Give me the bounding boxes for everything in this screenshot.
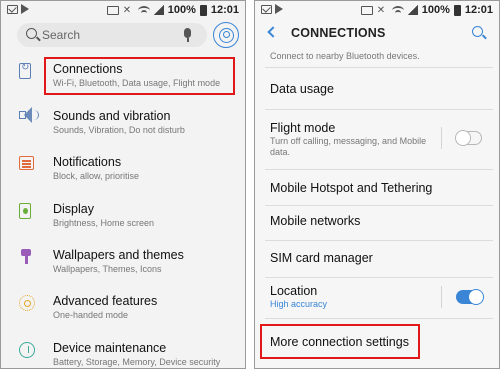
list-item-location[interactable]: Location High accuracy [255, 278, 499, 316]
list-item-flight-mode[interactable]: Flight mode Turn off calling, messaging,… [255, 111, 499, 169]
search-icon[interactable] [472, 26, 483, 37]
settings-item-subtitle: Wallpapers, Themes, Icons [53, 264, 162, 274]
display-icon [19, 203, 31, 219]
settings-item-title: Device maintenance [53, 341, 167, 355]
separator [441, 127, 442, 149]
divider [265, 67, 493, 68]
speaker-cone [24, 107, 32, 123]
search-bar[interactable]: Search [17, 23, 207, 47]
settings-item-display[interactable]: Display Brightness, Home screen [1, 194, 245, 240]
search-icon [26, 28, 37, 39]
settings-item-sounds[interactable]: Sounds and vibration Sounds, Vibration, … [1, 101, 245, 147]
settings-item-subtitle: Block, allow, prioritise [53, 171, 140, 181]
list-item-data-usage[interactable]: Data usage [255, 71, 499, 109]
mute-icon: ✕ [376, 4, 386, 16]
device-maintenance-icon [19, 342, 35, 358]
divider [265, 240, 493, 241]
wifi-icon [391, 5, 404, 15]
settings-item-title: Display [53, 202, 94, 216]
separator [441, 286, 442, 308]
connections-highlight-box [44, 57, 235, 95]
more-connection-settings-highlight-box [260, 324, 420, 359]
mail-notification-icon [7, 5, 18, 14]
list-item-title: Location [270, 284, 318, 298]
list-item-subtitle: Turn off calling, messaging, and Mobile … [270, 136, 427, 157]
notifications-icon [19, 156, 34, 170]
list-item-title: Data usage [270, 82, 334, 96]
page-title: CONNECTIONS [291, 26, 386, 40]
list-item-title: SIM card manager [270, 251, 373, 265]
bluetooth-subtitle-partial: Connect to nearby Bluetooth devices. [270, 51, 420, 61]
mute-icon: ✕ [122, 4, 132, 16]
list-item-subtitle: High accuracy [270, 299, 328, 309]
divider [265, 109, 493, 110]
divider [265, 318, 493, 319]
profile-button[interactable] [213, 22, 239, 48]
app-bar: CONNECTIONS [255, 21, 499, 47]
status-bar: ✕ 100% 12:01 [255, 1, 499, 21]
battery-percent: 100% [167, 4, 196, 16]
cast-icon [360, 5, 373, 15]
play-store-notification-icon [275, 4, 283, 14]
connections-icon [19, 62, 31, 79]
clock: 12:01 [210, 4, 239, 16]
settings-item-subtitle: Battery, Storage, Memory, Device securit… [53, 357, 221, 367]
wifi-icon [137, 5, 150, 15]
list-item-mobile-networks[interactable]: Mobile networks [255, 206, 499, 240]
flight-mode-toggle[interactable] [455, 129, 482, 146]
list-item-mobile-hotspot[interactable]: Mobile Hotspot and Tethering [255, 171, 499, 205]
settings-item-title: Notifications [53, 155, 122, 169]
settings-item-wallpapers[interactable]: Wallpapers and themes Wallpapers, Themes… [1, 240, 245, 286]
list-item-title: Flight mode [270, 121, 336, 135]
paint-brush-icon [19, 249, 33, 265]
signal-icon [407, 5, 418, 15]
divider [265, 169, 493, 170]
location-toggle[interactable] [456, 289, 484, 305]
settings-item-title: Wallpapers and themes [53, 248, 184, 262]
microphone-icon[interactable] [184, 28, 191, 42]
signal-icon [153, 5, 164, 15]
connections-screen: ✕ 100% 12:01 CONNECTIONS Connect to near… [254, 0, 500, 369]
settings-item-advanced[interactable]: Advanced features One-handed mode [1, 286, 245, 332]
battery-icon [199, 4, 207, 16]
status-bar: ✕ 100% 12:01 [1, 1, 245, 21]
settings-item-subtitle: Sounds, Vibration, Do not disturb [53, 125, 185, 135]
list-item-title: Mobile networks [270, 214, 361, 228]
gear-icon [19, 295, 35, 311]
battery-percent: 100% [421, 4, 450, 16]
settings-item-device-maintenance[interactable]: Device maintenance Battery, Storage, Mem… [1, 333, 245, 368]
sound-wave [34, 110, 39, 120]
settings-item-title: Advanced features [53, 294, 158, 308]
list-item-title: Mobile Hotspot and Tethering [270, 181, 433, 195]
settings-item-title: Sounds and vibration [53, 109, 171, 123]
search-placeholder: Search [42, 28, 81, 42]
settings-screen: ✕ 100% 12:01 Search Connections Wi-Fi, B… [0, 0, 246, 369]
clock: 12:01 [464, 4, 493, 16]
settings-item-subtitle: One-handed mode [53, 310, 129, 320]
settings-item-subtitle: Brightness, Home screen [53, 218, 155, 228]
play-store-notification-icon [21, 4, 29, 14]
mail-notification-icon [261, 5, 272, 14]
back-arrow-icon[interactable] [267, 26, 279, 38]
settings-item-notifications[interactable]: Notifications Block, allow, prioritise [1, 147, 245, 193]
cast-icon [106, 5, 119, 15]
list-item-sim-card-manager[interactable]: SIM card manager [255, 242, 499, 276]
battery-icon [453, 4, 461, 16]
